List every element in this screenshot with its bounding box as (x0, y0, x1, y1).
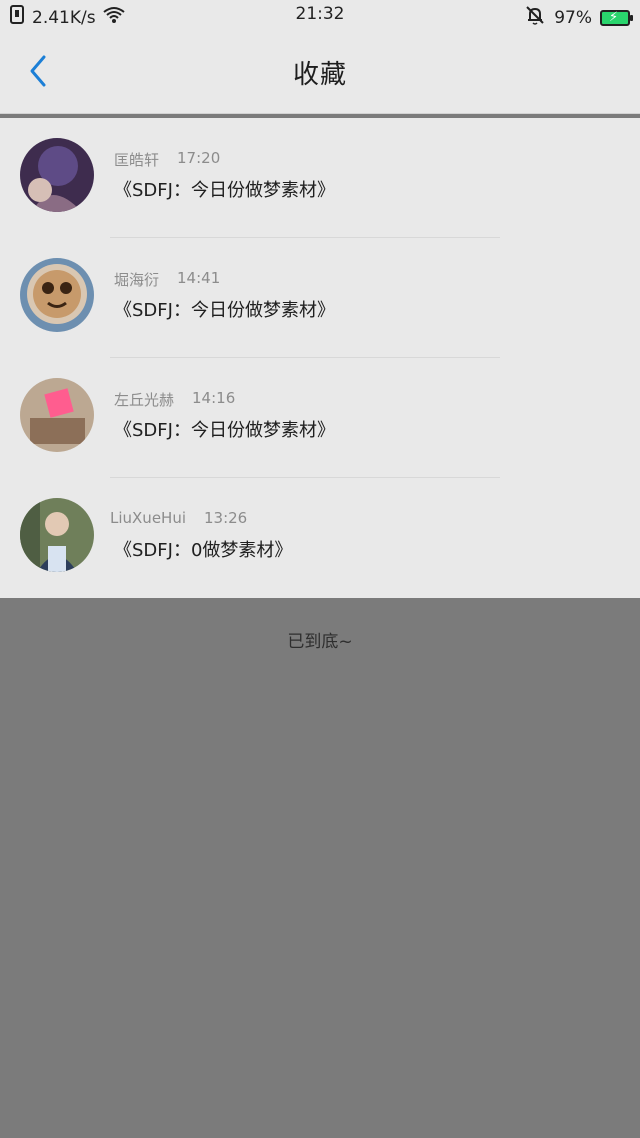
status-bar: 2.41K/s 21:32 97% ⚡ (0, 0, 640, 30)
list-item[interactable]: 左丘光赫 14:16 《SDFJ：今日份做梦素材》 (0, 358, 640, 478)
timestamp: 14:41 (177, 269, 221, 287)
sender-name: 左丘光赫 (114, 391, 175, 409)
sender-name: 堀海衍 (114, 271, 160, 289)
sender-name: LiuXueHui (110, 509, 186, 527)
bell-off-icon (524, 4, 546, 31)
page-title: 收藏 (292, 60, 347, 90)
list-item[interactable]: LiuXueHui 13:26 《SDFJ：0做梦素材》 (0, 478, 640, 598)
list-item[interactable]: 堀海衍 14:41 《SDFJ：今日份做梦素材》 (0, 238, 640, 358)
message-text: 《SDFJ：0做梦素材》 (114, 540, 293, 561)
message-text: 《SDFJ：今日份做梦素材》 (114, 420, 335, 441)
timestamp: 17:20 (177, 149, 221, 167)
nav-bar: 收藏 (0, 30, 640, 114)
list-item[interactable]: 匡皓轩 17:20 《SDFJ：今日份做梦素材》 (0, 118, 640, 238)
favorites-list: 匡皓轩 17:20 《SDFJ：今日份做梦素材》 堀海衍 14:41 《SDFJ… (0, 118, 640, 598)
timestamp: 14:16 (192, 389, 236, 407)
sender-name: 匡皓轩 (114, 151, 160, 169)
avatar[interactable] (20, 258, 94, 332)
avatar[interactable] (20, 498, 94, 572)
avatar[interactable] (20, 378, 94, 452)
avatar[interactable] (20, 138, 94, 212)
message-text: 《SDFJ：今日份做梦素材》 (114, 180, 335, 201)
item-meta: 堀海衍 14:41 (114, 269, 220, 290)
timestamp: 13:26 (204, 509, 248, 527)
message-text: 《SDFJ：今日份做梦素材》 (114, 300, 335, 321)
status-right: 97% ⚡ (524, 4, 633, 31)
battery-icon: ⚡ (600, 9, 633, 26)
item-meta: 匡皓轩 17:20 (114, 149, 220, 170)
item-meta: LiuXueHui 13:26 (110, 509, 247, 527)
battery-percent: 97% (554, 7, 592, 28)
end-of-list-text: 已到底~ (287, 632, 353, 652)
item-meta: 左丘光赫 14:16 (114, 389, 235, 410)
